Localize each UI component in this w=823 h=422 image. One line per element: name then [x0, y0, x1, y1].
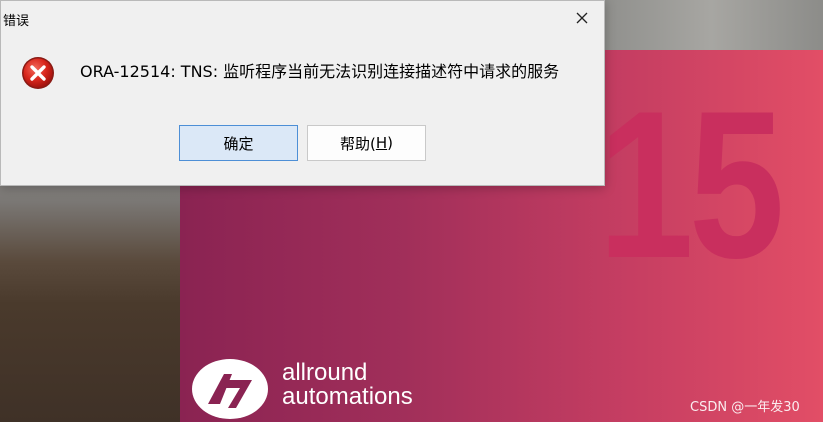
error-message: ORA-12514: TNS: 监听程序当前无法识别连接描述符中请求的服务	[80, 62, 560, 81]
error-dialog: 错误 ORA-12514: TNS: 监听程序当前无法识别连接描述符中请求的服务…	[0, 0, 605, 186]
brand-name: allround automations	[282, 361, 413, 409]
close-button[interactable]	[569, 5, 595, 31]
help-button-label-suffix: )	[387, 134, 393, 152]
ok-button-label: 确定	[223, 134, 254, 153]
close-icon	[576, 12, 588, 24]
splash-version-number: 15	[598, 67, 785, 302]
help-button[interactable]: 帮助(H)	[307, 125, 426, 161]
ok-button[interactable]: 确定	[179, 125, 298, 161]
help-button-mnemonic: H	[375, 134, 388, 152]
error-icon	[22, 57, 54, 89]
help-button-label-prefix: 帮助(	[340, 134, 376, 153]
dialog-title: 错误	[3, 14, 30, 29]
screen: 15 allround automations CSDN @一年发30 错误 O…	[0, 0, 823, 422]
brand-line-1: allround	[282, 359, 368, 386]
watermark-text: CSDN @一年发30	[690, 400, 800, 415]
brand-line-2: automations	[282, 383, 413, 410]
allround-automations-logo-icon	[192, 359, 268, 419]
background-photo-top-right	[600, 0, 823, 50]
